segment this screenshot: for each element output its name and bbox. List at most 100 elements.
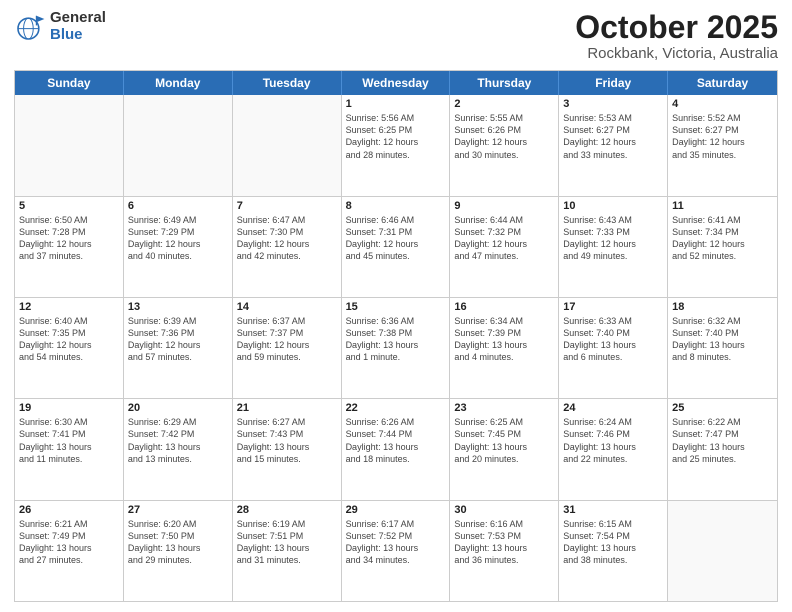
day-number: 19 [19, 402, 119, 414]
day-info: Sunrise: 6:17 AM Sunset: 7:52 PM Dayligh… [346, 518, 446, 567]
day-info: Sunrise: 6:20 AM Sunset: 7:50 PM Dayligh… [128, 518, 228, 567]
cal-cell-empty-0-0 [15, 95, 124, 195]
page: General Blue October 2025 Rockbank, Vict… [0, 0, 792, 612]
logo-icon [14, 11, 46, 43]
day-info: Sunrise: 5:56 AM Sunset: 6:25 PM Dayligh… [346, 112, 446, 161]
cal-cell-24: 24Sunrise: 6:24 AM Sunset: 7:46 PM Dayli… [559, 399, 668, 499]
day-info: Sunrise: 6:19 AM Sunset: 7:51 PM Dayligh… [237, 518, 337, 567]
day-number: 4 [672, 98, 773, 110]
cal-cell-15: 15 Sunrise: 6:36 AM Sunset: 7:38 PM Dayli… [342, 298, 451, 398]
cal-cell-8: 8 Sunrise: 6:46 AM Sunset: 7:31 PM Daylig… [342, 197, 451, 297]
cal-cell-3: 3 Sunrise: 5:53 AM Sunset: 6:27 PM Daylig… [559, 95, 668, 195]
day-info: Sunrise: 6:47 AM Sunset: 7:30 PM Dayligh… [237, 214, 337, 263]
day-info: Sunrise: 5:53 AM Sunset: 6:27 PM Dayligh… [563, 112, 663, 161]
month-title: October 2025 [575, 10, 778, 45]
cal-cell-25: 25Sunrise: 6:22 AM Sunset: 7:47 PM Dayli… [668, 399, 777, 499]
day-info: Sunrise: 6:46 AM Sunset: 7:31 PM Dayligh… [346, 214, 446, 263]
cal-row-1: 5Sunrise: 6:50 AM Sunset: 7:28 PM Daylig… [15, 196, 777, 297]
day-info: Sunrise: 6:49 AM Sunset: 7:29 PM Dayligh… [128, 214, 228, 263]
logo: General Blue [14, 10, 106, 43]
day-info: Sunrise: 6:16 AM Sunset: 7:53 PM Dayligh… [454, 518, 554, 567]
cal-cell-empty-0-2 [233, 95, 342, 195]
cal-header-friday: Friday [559, 71, 668, 95]
day-info: Sunrise: 5:55 AM Sunset: 6:26 PM Dayligh… [454, 112, 554, 161]
day-info: Sunrise: 6:26 AM Sunset: 7:44 PM Dayligh… [346, 416, 446, 465]
cal-header-wednesday: Wednesday [342, 71, 451, 95]
day-info: Sunrise: 6:36 AM Sunset: 7:38 PM Dayligh… [346, 315, 446, 364]
cal-cell-10: 10Sunrise: 6:43 AM Sunset: 7:33 PM Dayli… [559, 197, 668, 297]
cal-cell-empty-4-6 [668, 501, 777, 601]
cal-cell-27: 27 Sunrise: 6:20 AM Sunset: 7:50 PM Dayli… [124, 501, 233, 601]
cal-header-monday: Monday [124, 71, 233, 95]
cal-cell-28: 28 Sunrise: 6:19 AM Sunset: 7:51 PM Dayli… [233, 501, 342, 601]
day-number: 17 [563, 301, 663, 313]
logo-general-text: General [50, 10, 106, 27]
cal-cell-6: 6 Sunrise: 6:49 AM Sunset: 7:29 PM Daylig… [124, 197, 233, 297]
day-info: Sunrise: 6:21 AM Sunset: 7:49 PM Dayligh… [19, 518, 119, 567]
day-number: 15 [346, 301, 446, 313]
cal-cell-11: 11 Sunrise: 6:41 AM Sunset: 7:34 PM Dayli… [668, 197, 777, 297]
cal-cell-23: 23 Sunrise: 6:25 AM Sunset: 7:45 PM Dayli… [450, 399, 559, 499]
day-number: 7 [237, 200, 337, 212]
day-info: Sunrise: 6:50 AM Sunset: 7:28 PM Dayligh… [19, 214, 119, 263]
day-number: 27 [128, 504, 228, 516]
day-number: 30 [454, 504, 554, 516]
day-info: Sunrise: 6:27 AM Sunset: 7:43 PM Dayligh… [237, 416, 337, 465]
location-title: Rockbank, Victoria, Australia [575, 45, 778, 62]
day-number: 26 [19, 504, 119, 516]
header: General Blue October 2025 Rockbank, Vict… [14, 10, 778, 62]
day-number: 29 [346, 504, 446, 516]
cal-row-2: 12Sunrise: 6:40 AM Sunset: 7:35 PM Dayli… [15, 297, 777, 398]
day-number: 18 [672, 301, 773, 313]
cal-row-3: 19Sunrise: 6:30 AM Sunset: 7:41 PM Dayli… [15, 398, 777, 499]
day-number: 23 [454, 402, 554, 414]
logo-blue-text: Blue [50, 27, 106, 44]
day-info: Sunrise: 6:32 AM Sunset: 7:40 PM Dayligh… [672, 315, 773, 364]
day-number: 2 [454, 98, 554, 110]
day-number: 31 [563, 504, 663, 516]
day-info: Sunrise: 6:24 AM Sunset: 7:46 PM Dayligh… [563, 416, 663, 465]
day-number: 11 [672, 200, 773, 212]
day-number: 28 [237, 504, 337, 516]
cal-cell-12: 12Sunrise: 6:40 AM Sunset: 7:35 PM Dayli… [15, 298, 124, 398]
cal-cell-19: 19Sunrise: 6:30 AM Sunset: 7:41 PM Dayli… [15, 399, 124, 499]
cal-cell-20: 20Sunrise: 6:29 AM Sunset: 7:42 PM Dayli… [124, 399, 233, 499]
day-info: Sunrise: 6:15 AM Sunset: 7:54 PM Dayligh… [563, 518, 663, 567]
day-number: 14 [237, 301, 337, 313]
title-block: October 2025 Rockbank, Victoria, Austral… [575, 10, 778, 62]
day-number: 3 [563, 98, 663, 110]
cal-cell-7: 7 Sunrise: 6:47 AM Sunset: 7:30 PM Daylig… [233, 197, 342, 297]
day-number: 10 [563, 200, 663, 212]
calendar-body: 1 Sunrise: 5:56 AM Sunset: 6:25 PM Daylig… [15, 95, 777, 601]
calendar: SundayMondayTuesdayWednesdayThursdayFrid… [14, 70, 778, 602]
day-number: 12 [19, 301, 119, 313]
cal-cell-31: 31 Sunrise: 6:15 AM Sunset: 7:54 PM Dayli… [559, 501, 668, 601]
cal-header-tuesday: Tuesday [233, 71, 342, 95]
day-number: 8 [346, 200, 446, 212]
cal-cell-18: 18 Sunrise: 6:32 AM Sunset: 7:40 PM Dayli… [668, 298, 777, 398]
day-info: Sunrise: 6:25 AM Sunset: 7:45 PM Dayligh… [454, 416, 554, 465]
cal-cell-2: 2 Sunrise: 5:55 AM Sunset: 6:26 PM Daylig… [450, 95, 559, 195]
cal-cell-30: 30 Sunrise: 6:16 AM Sunset: 7:53 PM Dayli… [450, 501, 559, 601]
day-number: 1 [346, 98, 446, 110]
cal-cell-9: 9Sunrise: 6:44 AM Sunset: 7:32 PM Daylig… [450, 197, 559, 297]
day-number: 13 [128, 301, 228, 313]
day-info: Sunrise: 6:33 AM Sunset: 7:40 PM Dayligh… [563, 315, 663, 364]
cal-row-0: 1 Sunrise: 5:56 AM Sunset: 6:25 PM Daylig… [15, 95, 777, 195]
day-info: Sunrise: 6:34 AM Sunset: 7:39 PM Dayligh… [454, 315, 554, 364]
day-info: Sunrise: 6:37 AM Sunset: 7:37 PM Dayligh… [237, 315, 337, 364]
day-number: 9 [454, 200, 554, 212]
cal-cell-4: 4Sunrise: 5:52 AM Sunset: 6:27 PM Daylig… [668, 95, 777, 195]
day-info: Sunrise: 6:39 AM Sunset: 7:36 PM Dayligh… [128, 315, 228, 364]
cal-cell-22: 22Sunrise: 6:26 AM Sunset: 7:44 PM Dayli… [342, 399, 451, 499]
day-info: Sunrise: 6:29 AM Sunset: 7:42 PM Dayligh… [128, 416, 228, 465]
day-number: 6 [128, 200, 228, 212]
day-info: Sunrise: 6:22 AM Sunset: 7:47 PM Dayligh… [672, 416, 773, 465]
day-info: Sunrise: 6:41 AM Sunset: 7:34 PM Dayligh… [672, 214, 773, 263]
cal-cell-13: 13 Sunrise: 6:39 AM Sunset: 7:36 PM Dayli… [124, 298, 233, 398]
cal-cell-5: 5Sunrise: 6:50 AM Sunset: 7:28 PM Daylig… [15, 197, 124, 297]
day-number: 16 [454, 301, 554, 313]
day-number: 21 [237, 402, 337, 414]
cal-cell-26: 26 Sunrise: 6:21 AM Sunset: 7:49 PM Dayli… [15, 501, 124, 601]
cal-cell-29: 29 Sunrise: 6:17 AM Sunset: 7:52 PM Dayli… [342, 501, 451, 601]
